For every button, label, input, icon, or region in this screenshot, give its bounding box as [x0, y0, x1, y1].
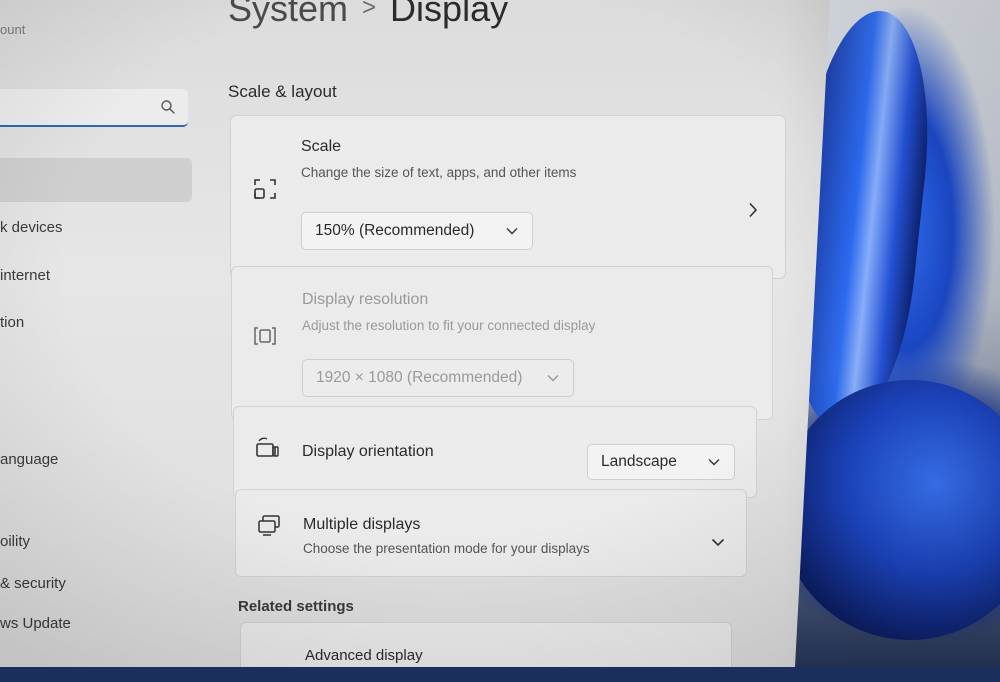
sidebar-item-personalization[interactable]: tion [0, 314, 24, 331]
rotate-screen-icon [256, 437, 279, 457]
multiple-displays-description: Choose the presentation mode for your di… [303, 541, 590, 556]
orientation-dropdown[interactable]: Landscape [587, 444, 735, 480]
advanced-display-title: Advanced display [305, 647, 423, 664]
advanced-display-card[interactable]: Advanced display [240, 622, 732, 667]
sidebar-item-accessibility[interactable]: oility [0, 533, 30, 550]
sidebar-item-system[interactable] [0, 158, 192, 202]
sidebar-item-windows-update[interactable]: ws Update [0, 615, 71, 632]
sidebar-item-bluetooth-devices[interactable]: k devices [0, 219, 63, 236]
multiple-displays-icon [258, 515, 280, 536]
resolution-icon [254, 327, 276, 345]
wallpaper-bloom-lower [780, 380, 1000, 640]
scale-description: Change the size of text, apps, and other… [301, 165, 577, 180]
scale-title: Scale [301, 138, 342, 155]
scale-dropdown-value: 150% (Recommended) [315, 222, 475, 239]
breadcrumb-separator: > [362, 0, 377, 21]
resolution-dropdown-value: 1920 × 1080 (Recommended) [316, 369, 523, 386]
display-resolution-card: Display resolution Adjust the resolution… [231, 266, 773, 420]
sidebar-item-network-internet[interactable]: internet [0, 267, 50, 284]
page-title: Display [390, 0, 509, 29]
display-resolution-description: Adjust the resolution to fit your connec… [302, 318, 596, 333]
orientation-dropdown-value: Landscape [601, 453, 677, 470]
scale-card[interactable]: Scale Change the size of text, apps, and… [230, 115, 786, 279]
chevron-down-icon [506, 228, 518, 235]
breadcrumb-system[interactable]: System [228, 0, 348, 29]
scale-dropdown[interactable]: 150% (Recommended) [301, 212, 533, 250]
display-resolution-title: Display resolution [302, 291, 429, 308]
display-orientation-title: Display orientation [302, 443, 434, 460]
search-icon[interactable] [160, 99, 176, 115]
chevron-down-icon[interactable] [711, 538, 725, 547]
chevron-down-icon [547, 375, 559, 382]
settings-window: ount k devices internet tion anguage oil… [0, 0, 830, 667]
sidebar-item-privacy-security[interactable]: & security [0, 575, 66, 592]
scale-icon [254, 179, 276, 199]
section-title-scale-layout: Scale & layout [228, 82, 337, 101]
resolution-dropdown: 1920 × 1080 (Recommended) [302, 359, 574, 397]
sidebar-item-time-language[interactable]: anguage [0, 451, 58, 468]
search-input[interactable] [0, 89, 188, 127]
account-label: ount [0, 22, 26, 37]
chevron-right-icon[interactable] [748, 202, 758, 218]
sidebar: ount k devices internet tion anguage oil… [0, 0, 200, 667]
multiple-displays-card[interactable]: Multiple displays Choose the presentatio… [235, 489, 747, 577]
breadcrumb: System > Display [228, 0, 508, 30]
multiple-displays-title: Multiple displays [303, 516, 421, 533]
chevron-down-icon [708, 459, 720, 466]
display-orientation-card: Display orientation Landscape [233, 406, 757, 498]
section-title-related-settings: Related settings [238, 598, 354, 615]
